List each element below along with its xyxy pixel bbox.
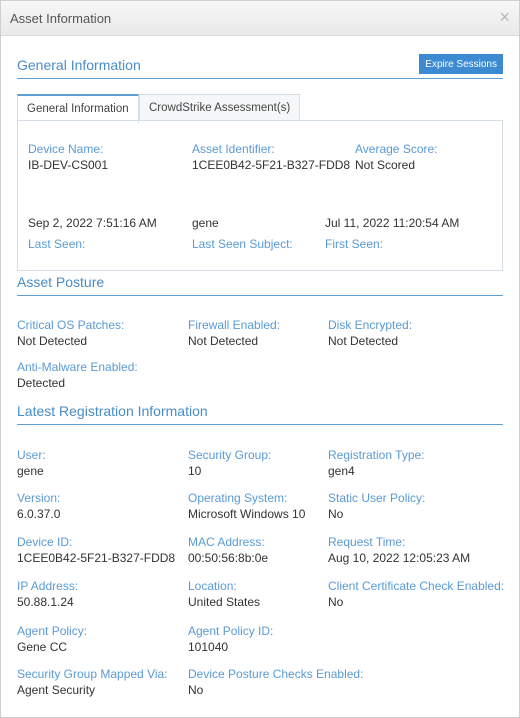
field-label: Operating System: — [188, 491, 288, 505]
field-device-name: Device Name: IB-DEV-CS001 — [28, 141, 108, 173]
field-label: Version: — [17, 491, 61, 505]
field-value: gene — [17, 464, 44, 478]
field-label: Client Certificate Check Enabled: — [328, 579, 505, 593]
field-label: Anti-Malware Enabled: — [17, 360, 138, 374]
field-value: 6.0.37.0 — [17, 507, 61, 521]
field-last-seen-subject: gene Last Seen Subject: — [192, 215, 293, 252]
field-critical-os-patches: Critical OS Patches: Not Detected — [17, 317, 124, 349]
field-operating-system: Operating System: Microsoft Windows 10 — [188, 490, 305, 522]
tab-general-information[interactable]: General Information — [17, 94, 139, 123]
field-value: No — [188, 683, 204, 697]
field-value: 00:50:56:8b:0e — [188, 551, 269, 565]
field-value: 50.88.1.24 — [17, 595, 74, 609]
field-value: Agent Security — [17, 683, 96, 697]
field-value: gen4 — [328, 464, 355, 478]
dialog-title: Asset Information — [10, 11, 112, 26]
field-request-time: Request Time: Aug 10, 2022 12:05:23 AM — [328, 534, 470, 566]
field-device-id: Device ID: 1CEE0B42-5F21-B327-FDD8 — [17, 534, 175, 566]
registration-heading: Latest Registration Information — [17, 403, 208, 419]
field-value: Aug 10, 2022 12:05:23 AM — [328, 551, 471, 565]
close-icon[interactable]: × — [499, 8, 510, 26]
field-disk-encrypted: Disk Encrypted: Not Detected — [328, 317, 412, 349]
field-registration-type: Registration Type: gen4 — [328, 447, 425, 479]
field-value: IB-DEV-CS001 — [28, 158, 109, 172]
field-value: Microsoft Windows 10 — [188, 507, 306, 521]
field-security-group: Security Group: 10 — [188, 447, 271, 479]
general-information-heading: General Information — [17, 57, 141, 73]
dialog-titlebar: Asset Information × — [1, 1, 519, 36]
field-label: Disk Encrypted: — [328, 318, 413, 332]
field-label: Static User Policy: — [328, 491, 426, 505]
field-agent-policy-id: Agent Policy ID: 101040 — [188, 623, 273, 655]
field-value: No — [328, 507, 344, 521]
field-value: Not Scored — [355, 158, 416, 172]
registration-header: Latest Registration Information — [17, 400, 503, 425]
field-mac-address: MAC Address: 00:50:56:8b:0e — [188, 534, 268, 566]
asset-posture-heading: Asset Posture — [17, 274, 105, 290]
field-label: User: — [17, 448, 46, 462]
field-value: United States — [188, 595, 261, 609]
field-firewall-enabled: Firewall Enabled: Not Detected — [188, 317, 280, 349]
field-ip-address: IP Address: 50.88.1.24 — [17, 578, 78, 610]
field-security-group-mapped-via: Security Group Mapped Via: Agent Securit… — [17, 666, 168, 698]
field-value: Not Detected — [17, 334, 88, 348]
field-value: 1CEE0B42-5F21-B327-FDD8 — [192, 158, 351, 172]
field-agent-policy: Agent Policy: Gene CC — [17, 623, 87, 655]
field-label: Location: — [188, 579, 237, 593]
field-label: Firewall Enabled: — [188, 318, 281, 332]
field-value: Detected — [17, 376, 66, 390]
field-value: 101040 — [188, 640, 229, 654]
field-label: Device ID: — [17, 535, 73, 549]
field-label: IP Address: — [17, 579, 79, 593]
field-value: 10 — [188, 464, 202, 478]
field-label: MAC Address: — [188, 535, 265, 549]
field-label: Security Group Mapped Via: — [17, 667, 168, 681]
field-anti-malware-enabled: Anti-Malware Enabled: Detected — [17, 359, 138, 391]
field-value: Sep 2, 2022 7:51:16 AM — [28, 216, 157, 230]
field-asset-identifier: Asset Identifier: 1CEE0B42-5F21-B327-FDD… — [192, 141, 350, 173]
general-information-panel: Device Name: IB-DEV-CS001 Asset Identifi… — [17, 120, 503, 271]
field-user: User: gene — [17, 447, 46, 479]
field-label: Agent Policy ID: — [188, 624, 274, 638]
field-label: First Seen: — [325, 237, 384, 251]
field-label: Device Name: — [28, 142, 104, 156]
field-client-certificate-check: Client Certificate Check Enabled: No — [328, 578, 504, 610]
field-label: Asset Identifier: — [192, 142, 275, 156]
field-value: Not Detected — [328, 334, 399, 348]
field-value: No — [328, 595, 344, 609]
field-label: Registration Type: — [328, 448, 425, 462]
field-label: Critical OS Patches: — [17, 318, 125, 332]
field-value: Not Detected — [188, 334, 259, 348]
field-label: Last Seen Subject: — [192, 237, 293, 251]
field-version: Version: 6.0.37.0 — [17, 490, 60, 522]
asset-information-dialog: Asset Information × General Information … — [0, 0, 520, 718]
field-value: gene — [192, 216, 219, 230]
field-label: Agent Policy: — [17, 624, 88, 638]
field-static-user-policy: Static User Policy: No — [328, 490, 425, 522]
field-label: Device Posture Checks Enabled: — [188, 667, 364, 681]
general-information-header: General Information Expire Sessions — [17, 54, 503, 79]
expire-sessions-button[interactable]: Expire Sessions — [419, 54, 503, 74]
field-label: Average Score: — [355, 142, 438, 156]
field-label: Last Seen: — [28, 237, 86, 251]
field-last-seen: Sep 2, 2022 7:51:16 AM Last Seen: — [28, 215, 157, 252]
field-value: 1CEE0B42-5F21-B327-FDD8 — [17, 551, 176, 565]
field-device-posture-checks: Device Posture Checks Enabled: No — [188, 666, 363, 698]
field-location: Location: United States — [188, 578, 260, 610]
asset-posture-header: Asset Posture — [17, 271, 503, 296]
field-first-seen: Jul 11, 2022 11:20:54 AM First Seen: — [325, 215, 459, 252]
field-value: Gene CC — [17, 640, 68, 654]
field-label: Request Time: — [328, 535, 406, 549]
tab-crowdstrike-assessments[interactable]: CrowdStrike Assessment(s) — [139, 94, 301, 121]
field-label: Security Group: — [188, 448, 272, 462]
field-average-score: Average Score: Not Scored — [355, 141, 438, 173]
field-value: Jul 11, 2022 11:20:54 AM — [325, 216, 460, 230]
